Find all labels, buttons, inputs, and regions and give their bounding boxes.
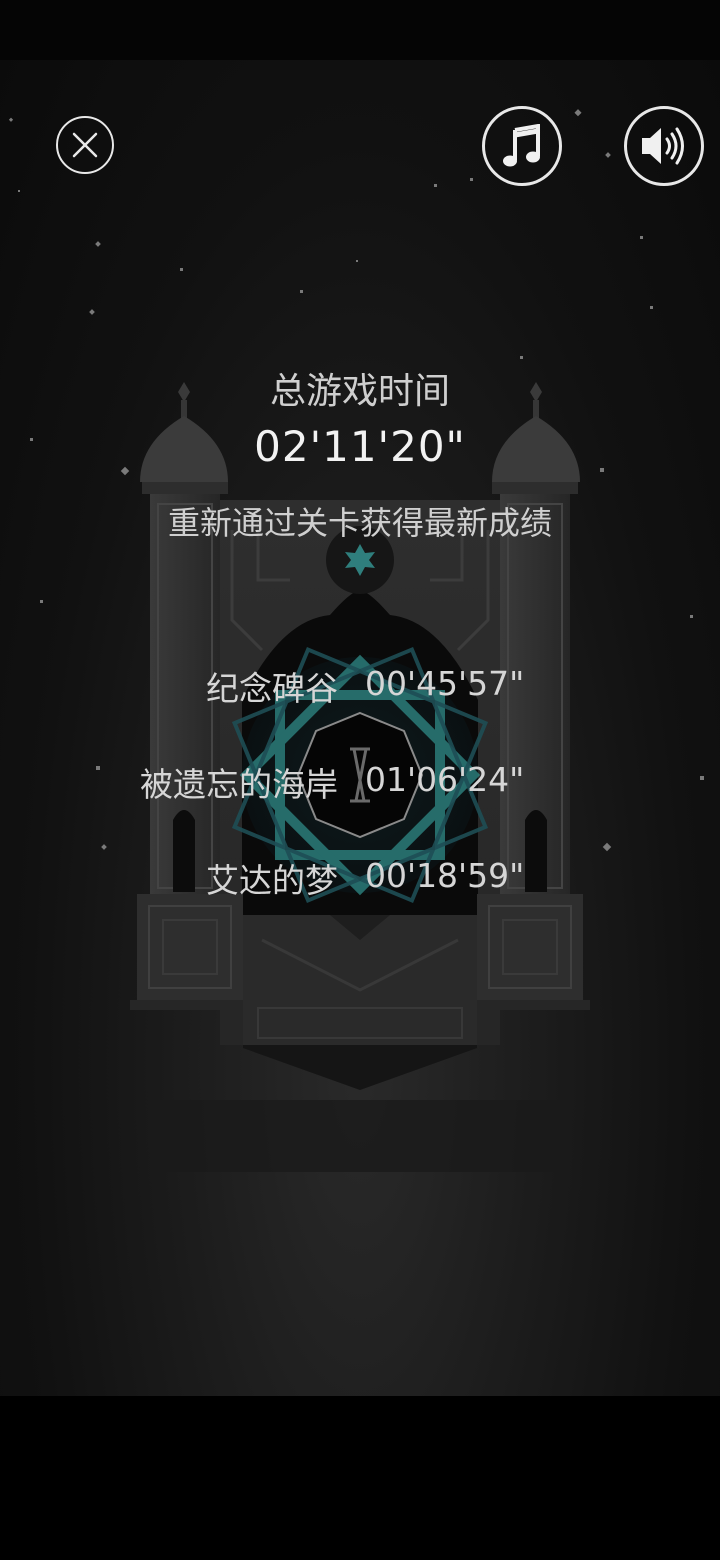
floor-shadow [150, 1100, 570, 1172]
level-time: 00'45'57" [365, 664, 525, 703]
bottom-bar [0, 1396, 720, 1560]
total-playtime-value: 02'11'20" [254, 422, 466, 471]
level-name: 纪念碑谷 [206, 669, 338, 708]
central-base [243, 915, 477, 1045]
sound-button[interactable] [624, 106, 704, 186]
total-playtime-label: 总游戏时间 [269, 371, 450, 412]
level-name: 艾达的梦 [206, 861, 338, 900]
screen: 总游戏时间 02'11'20" 重新通过关卡获得最新成绩 纪念碑谷 00'45'… [0, 0, 720, 1560]
music-note-icon [503, 124, 540, 167]
close-icon [72, 132, 98, 158]
close-button[interactable] [56, 116, 114, 174]
speaker-icon [642, 127, 684, 165]
base-point [243, 1045, 477, 1090]
level-name: 被遗忘的海岸 [140, 765, 338, 804]
level-time: 00'18'59" [365, 856, 525, 895]
replay-hint: 重新通过关卡获得最新成绩 [167, 504, 552, 542]
music-button[interactable] [482, 106, 562, 186]
level-time: 01'06'24" [365, 760, 525, 799]
game-area: 总游戏时间 02'11'20" 重新通过关卡获得最新成绩 纪念碑谷 00'45'… [0, 60, 720, 1396]
monument-scene [8, 109, 704, 1172]
status-bar [0, 0, 720, 60]
